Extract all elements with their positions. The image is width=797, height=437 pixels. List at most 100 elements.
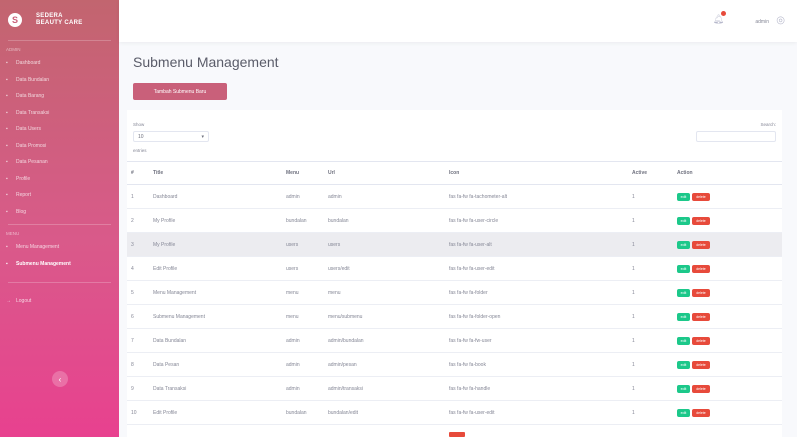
delete-button[interactable]: delete xyxy=(692,288,710,297)
user-circle-icon[interactable]: ◎ xyxy=(776,15,785,26)
table-cell: 2 xyxy=(127,208,149,233)
edit-button[interactable]: edit xyxy=(677,216,690,225)
sidebar-item[interactable]: ▪ Data Pesanan xyxy=(0,154,119,171)
delete-button[interactable]: delete xyxy=(692,336,710,345)
edit-button[interactable]: edit xyxy=(677,192,690,201)
sidebar-item-label: Data Promosi xyxy=(16,142,47,149)
sidebar-item-logout[interactable]: → Logout xyxy=(0,293,119,310)
table-cell: 9 xyxy=(127,376,149,401)
search-input[interactable] xyxy=(696,131,776,142)
brand[interactable]: S SEDERA BEAUTY CARE xyxy=(0,0,119,40)
sidebar-item[interactable]: ▪ Data Promosi xyxy=(0,138,119,155)
edit-button[interactable]: edit xyxy=(677,384,690,393)
action-cell: edit delete xyxy=(673,400,782,425)
sidebar-item[interactable]: ▪ Dashboard xyxy=(0,55,119,72)
table-cell: Dashboard xyxy=(149,184,282,209)
table-cell: fas fa-fw fa-user-circle xyxy=(445,208,628,233)
table-row: 3 My Profile users users fas fa-fw fa-user-a… xyxy=(127,232,782,257)
sidebar-item[interactable]: ▪ Submenu Management xyxy=(0,256,119,273)
delete-button[interactable]: delete xyxy=(692,264,710,273)
sidebar-item[interactable]: ▪ Data Bundalan xyxy=(0,72,119,89)
edit-button[interactable]: edit xyxy=(677,408,690,417)
sidebar-item[interactable]: ▪ Report xyxy=(0,187,119,204)
table-cell: users xyxy=(282,256,324,281)
column-header[interactable]: # xyxy=(127,161,149,185)
table-cell: Submenu Management xyxy=(149,304,282,329)
table-cell: 8 xyxy=(127,352,149,377)
column-header[interactable]: Title xyxy=(149,161,282,185)
pagination-active-page[interactable] xyxy=(449,432,465,437)
delete-button[interactable]: delete xyxy=(692,240,710,249)
table-cell: menu xyxy=(282,304,324,329)
table-cell: fas fa-fw fa-handle xyxy=(445,376,628,401)
book-icon: ▪ xyxy=(6,208,8,215)
table-cell: Menu Management xyxy=(149,280,282,305)
entries-label: entries xyxy=(133,148,147,153)
edit-button[interactable]: edit xyxy=(677,288,690,297)
table-cell: 1 xyxy=(127,184,149,209)
sidebar-item-label: Profile xyxy=(16,175,31,182)
users-icon: ▪ xyxy=(6,126,8,133)
edit-button[interactable]: edit xyxy=(677,264,690,273)
table-cell: fas fa-fw fa-fw-user xyxy=(445,328,628,353)
edit-button[interactable]: edit xyxy=(677,240,690,249)
table-cell: admin/pesan xyxy=(324,352,445,377)
table-cell: 1 xyxy=(628,256,673,281)
table-cell: users xyxy=(324,232,445,257)
sidebar-item[interactable]: ▪ Menu Management xyxy=(0,239,119,256)
table-cell: My Profile xyxy=(149,232,282,257)
receipt-icon: ▪ xyxy=(6,159,8,166)
table-cell: 1 xyxy=(628,352,673,377)
delete-button[interactable]: delete xyxy=(692,192,710,201)
table-cell: admin xyxy=(282,328,324,353)
table-cell: 1 xyxy=(628,400,673,425)
edit-button[interactable]: edit xyxy=(677,336,690,345)
table-cell: 3 xyxy=(127,232,149,257)
sidebar-item-label: Data Pesanan xyxy=(16,159,48,166)
table-row: 8 Data Pesan admin admin/pesan fas fa-fw fa-… xyxy=(127,352,782,377)
delete-button[interactable]: delete xyxy=(692,360,710,369)
sidebar-item[interactable]: ▪ Profile xyxy=(0,171,119,188)
page-title: Submenu Management xyxy=(133,54,279,70)
sidebar-heading-menu: Menu xyxy=(6,231,20,236)
edit-button[interactable]: edit xyxy=(677,312,690,321)
sidebar-item[interactable]: ▪ Data Transaksi xyxy=(0,105,119,122)
sidebar-item-label: Submenu Management xyxy=(16,260,71,267)
add-submenu-button[interactable]: Tambah Submenu Baru xyxy=(133,83,227,100)
gauge-icon: ▪ xyxy=(6,60,8,67)
show-label: Show xyxy=(133,122,145,127)
sidebar-item[interactable]: ▪ Blog xyxy=(0,204,119,221)
sidebar: S SEDERA BEAUTY CARE Admin ▪ Dashboard ▪ Da… xyxy=(0,0,119,437)
entries-select-value: 10 xyxy=(138,134,144,140)
column-header[interactable]: Action xyxy=(673,161,782,185)
table-cell: admin xyxy=(282,376,324,401)
table-row: 9 Data Transaksi admin admin/transaksi fas f… xyxy=(127,376,782,401)
table-cell: menu xyxy=(282,280,324,305)
entries-select[interactable]: 10 ▾ xyxy=(133,131,209,142)
brand-name: SEDERA BEAUTY CARE xyxy=(36,13,83,27)
sidebar-item-label: Data Transaksi xyxy=(16,109,50,116)
search-label: Search: xyxy=(760,122,776,127)
column-header[interactable]: Url xyxy=(324,161,445,185)
table-cell: bundalan xyxy=(282,400,324,425)
delete-button[interactable]: delete xyxy=(692,216,710,225)
sidebar-heading-admin: Admin xyxy=(6,47,21,52)
delete-button[interactable]: delete xyxy=(692,312,710,321)
sidebar-item-label: Report xyxy=(16,192,32,199)
table-cell: 1 xyxy=(628,376,673,401)
sidebar-item[interactable]: ▪ Data Barang xyxy=(0,88,119,105)
table-cell: Data Pesan xyxy=(149,352,282,377)
sidebar-toggle-button[interactable]: ‹ xyxy=(52,371,68,387)
table-cell: 10 xyxy=(127,400,149,425)
topbar-user-name[interactable]: admin xyxy=(755,19,769,25)
column-header[interactable]: Active xyxy=(628,161,673,185)
column-header[interactable]: Icon xyxy=(445,161,628,185)
box-icon: ▪ xyxy=(6,93,8,100)
table-cell: 5 xyxy=(127,280,149,305)
delete-button[interactable]: delete xyxy=(692,384,710,393)
tag-icon: ▪ xyxy=(6,142,8,149)
edit-button[interactable]: edit xyxy=(677,360,690,369)
sidebar-item[interactable]: ▪ Data Users xyxy=(0,121,119,138)
column-header[interactable]: Menu xyxy=(282,161,324,185)
delete-button[interactable]: delete xyxy=(692,408,710,417)
